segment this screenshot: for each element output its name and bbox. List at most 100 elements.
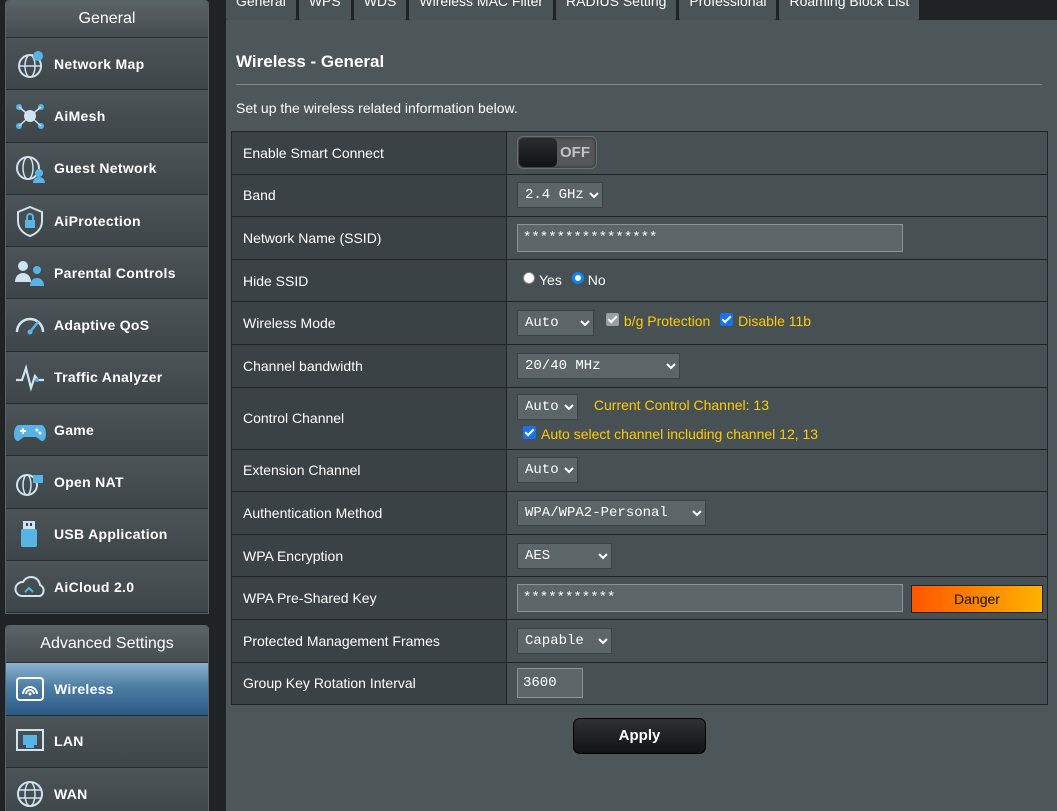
wireless-settings-table: Enable Smart Connect OFF Band 2.4 GHz Ne…	[231, 131, 1048, 706]
sidebar-item-label: AiCloud 2.0	[54, 578, 135, 595]
extension-channel-select[interactable]: Auto	[517, 457, 578, 484]
sidebar-item-label: Guest Network	[54, 160, 157, 177]
sidebar-item-aiprotection[interactable]: AiProtection	[6, 194, 208, 248]
sidebar-item-label: Adaptive QoS	[54, 317, 150, 334]
wireless-mode-select[interactable]: Auto	[517, 310, 594, 337]
sidebar-item-traffic-analyzer[interactable]: Traffic Analyzer	[6, 351, 208, 405]
psk-input[interactable]	[517, 584, 903, 613]
tab-label: Wireless MAC Filter	[419, 0, 544, 9]
tab-wireless-mac-filter[interactable]: Wireless MAC Filter	[409, 0, 554, 20]
sidebar-item-label: AiProtection	[54, 212, 141, 229]
hide-ssid-yes-radio[interactable]: Yes	[523, 272, 562, 288]
ssid-input[interactable]	[517, 223, 903, 252]
disable-11b-label: Disable 11b	[738, 313, 812, 330]
sidebar-item-label: Traffic Analyzer	[54, 369, 163, 386]
table-row: Extension Channel Auto	[231, 448, 1048, 493]
tab-label: Professional	[689, 0, 767, 9]
sidebar-item-label: LAN	[54, 733, 84, 750]
table-row: Wireless Mode Auto b/g Protection Disabl…	[231, 301, 1048, 345]
table-row: Network Name (SSID)	[231, 216, 1048, 260]
sidebar-item-game[interactable]: Game	[6, 404, 208, 457]
band-label: Band	[231, 173, 507, 218]
table-row: Authentication Method WPA/WPA2-Personal	[231, 491, 1048, 535]
radio-button[interactable]	[523, 272, 535, 285]
tab-wds[interactable]: WDS	[353, 0, 407, 20]
sidebar-item-label: AiMesh	[54, 107, 106, 124]
sidebar-item-aimesh[interactable]: AiMesh	[6, 90, 208, 143]
sidebar-item-guest-network[interactable]: Guest Network	[6, 142, 208, 195]
pmf-select[interactable]: Capable	[517, 627, 612, 654]
tab-label: WDS	[363, 0, 397, 9]
usb-application-icon	[6, 509, 54, 560]
sidebar-item-label: Open NAT	[54, 474, 124, 491]
radio-label: Yes	[539, 272, 562, 289]
sidebar-item-parental-controls[interactable]: Parental Controls	[6, 247, 208, 300]
table-row: Channel bandwidth 20/40 MHz	[231, 343, 1048, 388]
table-row: Enable Smart Connect OFF	[231, 131, 1048, 175]
general-menu: General Network Map AiMesh Guest Network Ai…	[5, 0, 209, 615]
wireless-mode-label: Wireless Mode	[231, 301, 507, 345]
password-strength-meter: Danger	[911, 585, 1043, 613]
radio-label: No	[587, 272, 606, 289]
tab-general[interactable]: General	[226, 0, 296, 20]
network-map-icon	[6, 38, 54, 89]
hide-ssid-no-radio[interactable]: No	[571, 272, 606, 289]
sidebar-item-wan[interactable]: WAN	[6, 767, 208, 811]
sidebar-item-aicloud-2-0[interactable]: AiCloud 2.0	[6, 560, 208, 614]
extension-channel-label: Extension Channel	[231, 448, 507, 493]
psk-label: WPA Pre-Shared Key	[231, 576, 507, 620]
sidebar-item-label: Network Map	[54, 55, 145, 72]
guest-network-icon	[6, 143, 54, 194]
traffic-analyzer-icon	[6, 352, 54, 403]
tab-label: Roaming Block List	[789, 0, 910, 9]
table-row: Control Channel Auto Current Control Cha…	[231, 386, 1048, 450]
smart-connect-label: Enable Smart Connect	[231, 131, 507, 175]
aiprotection-icon	[6, 195, 54, 246]
hide-ssid-label: Hide SSID	[231, 258, 507, 303]
sidebar-item-network-map[interactable]: Network Map	[6, 38, 208, 91]
tab-radius-setting[interactable]: RADIUS Setting	[556, 0, 677, 20]
sidebar-item-label: Game	[54, 421, 95, 438]
game-icon	[6, 404, 54, 455]
advanced-menu: Advanced Settings Wireless LAN WAN	[5, 625, 209, 811]
wan-icon	[6, 768, 54, 811]
toggle-state: OFF	[560, 144, 590, 162]
title-divider	[236, 84, 1042, 85]
sidebar-item-wireless[interactable]: Wireless	[6, 663, 208, 716]
auto-select-channel-checkbox[interactable]	[523, 425, 536, 439]
wpa-encryption-select[interactable]: AES	[517, 542, 612, 569]
advanced-header: Advanced Settings	[6, 626, 208, 664]
band-select[interactable]: 2.4 GHz	[517, 182, 603, 209]
tab-label: WPS	[308, 0, 341, 9]
bg-protection-checkbox[interactable]	[605, 312, 619, 326]
tab-label: RADIUS Setting	[566, 0, 667, 9]
sidebar-item-adaptive-qos[interactable]: Adaptive QoS	[6, 299, 208, 352]
smart-connect-toggle[interactable]: OFF	[517, 136, 597, 170]
apply-button[interactable]: Apply	[573, 718, 706, 754]
tab-roaming-block-list[interactable]: Roaming Block List	[779, 0, 920, 20]
control-channel-select[interactable]: Auto	[517, 394, 578, 421]
general-header: General	[6, 1, 208, 38]
table-row: Hide SSID Yes No	[231, 258, 1048, 303]
table-row: Protected Management Frames Capable	[231, 618, 1048, 663]
disable-11b-checkbox[interactable]	[720, 312, 734, 326]
sidebar-item-open-nat[interactable]: Open NAT	[6, 456, 208, 509]
auth-method-label: Authentication Method	[231, 491, 507, 535]
tab-wps[interactable]: WPS	[298, 0, 351, 20]
aicloud-icon	[6, 561, 54, 612]
page-title: Wireless - General	[236, 52, 385, 71]
table-row: WPA Encryption AES	[231, 533, 1048, 578]
tab-professional[interactable]: Professional	[679, 0, 777, 20]
channel-bandwidth-select[interactable]: 20/40 MHz	[517, 352, 680, 379]
parental-controls-icon	[6, 247, 54, 298]
open-nat-icon	[6, 456, 54, 507]
auth-method-select[interactable]: WPA/WPA2-Personal	[517, 499, 706, 526]
sidebar-item-usb-application[interactable]: USB Application	[6, 508, 208, 561]
sidebar-item-lan[interactable]: LAN	[6, 715, 208, 768]
auto-select-channel-label: Auto select channel including channel 12…	[541, 426, 819, 443]
sidebar-item-label: Wireless	[54, 680, 114, 697]
radio-button[interactable]	[571, 272, 584, 285]
control-channel-label: Control Channel	[231, 386, 507, 450]
table-row: Group Key Rotation Interval	[231, 661, 1048, 706]
gkri-input[interactable]	[517, 668, 583, 699]
